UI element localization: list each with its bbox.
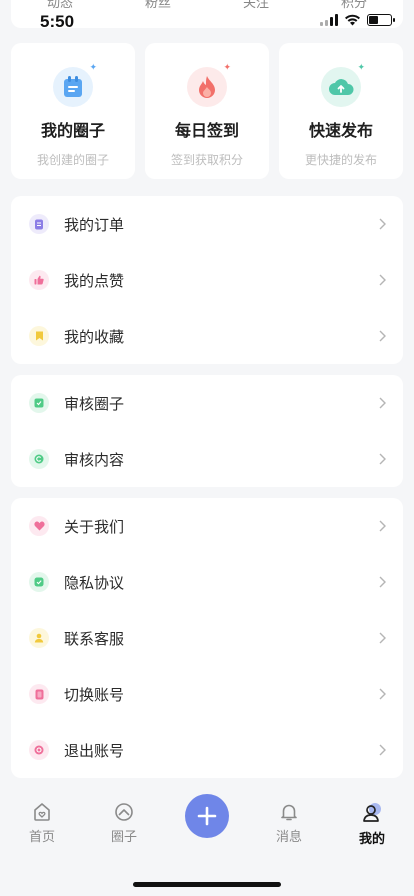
chevron-right-icon — [375, 519, 389, 533]
menu-item-label: 审核内容 — [64, 450, 125, 469]
quick-card-title: 快速发布 — [308, 121, 373, 140]
publish-fab-button[interactable] — [185, 794, 229, 838]
plus-icon — [197, 806, 217, 826]
signal-icon — [320, 14, 338, 26]
quick-card-title: 我的圈子 — [40, 121, 105, 140]
quick-actions: ✦ 我的圈子 我创建的圈子 ✦ 每日签到 签到获取积分 ✦ 快速发布 更快捷的发… — [11, 43, 403, 179]
menu-item-my-orders[interactable]: 我的订单 — [11, 196, 403, 252]
thumb-up-icon — [29, 270, 49, 290]
review-content-icon — [29, 449, 49, 469]
quick-card-subtitle: 我创建的圈子 — [36, 153, 109, 167]
menu-item-about-us[interactable]: 关于我们 — [11, 498, 403, 554]
quick-card-my-circles[interactable]: ✦ 我的圈子 我创建的圈子 — [11, 43, 135, 179]
quick-card-daily-checkin[interactable]: ✦ 每日签到 签到获取积分 — [145, 43, 269, 179]
profile-icon — [363, 803, 381, 822]
menu-item-my-likes[interactable]: 我的点赞 — [11, 252, 403, 308]
chevron-right-icon — [375, 575, 389, 589]
quick-card-title: 每日签到 — [174, 121, 239, 140]
menu-group-personal: 我的订单 我的点赞 我的收藏 — [11, 196, 403, 364]
review-circle-icon — [29, 393, 49, 413]
status-bar: 动态 粉丝 关注 积分 5:50 — [0, 0, 414, 42]
menu-item-label: 我的订单 — [64, 215, 125, 234]
menu-item-review-circles[interactable]: 审核圈子 — [11, 375, 403, 431]
tab-label: 消息 — [275, 830, 302, 845]
menu-item-label: 切换账号 — [64, 685, 125, 704]
battery-icon — [367, 14, 395, 26]
menu-item-review-content[interactable]: 审核内容 — [11, 431, 403, 487]
bookmark-icon — [29, 326, 49, 346]
chevron-right-icon — [375, 329, 389, 343]
tab-profile[interactable]: 我的 — [342, 802, 402, 847]
menu-group-review: 审核圈子 审核内容 — [11, 375, 403, 487]
tab-circles[interactable]: 圈子 — [94, 802, 154, 845]
chevron-right-icon — [375, 687, 389, 701]
tab-label: 首页 — [28, 830, 55, 845]
menu-item-label: 联系客服 — [64, 629, 125, 648]
menu-item-label: 审核圈子 — [64, 394, 125, 413]
tab-label: 我的 — [358, 832, 385, 847]
menu-item-my-favorites[interactable]: 我的收藏 — [11, 308, 403, 364]
menu-item-label: 退出账号 — [64, 741, 125, 760]
home-icon — [34, 803, 50, 821]
power-icon — [29, 740, 49, 760]
order-icon — [29, 214, 49, 234]
menu-item-label: 我的点赞 — [64, 271, 125, 290]
menu-item-switch-account[interactable]: 切换账号 — [11, 666, 403, 722]
menu-item-privacy-policy[interactable]: 隐私协议 — [11, 554, 403, 610]
menu-group-settings: 关于我们 隐私协议 联系客服 切换账号 退出账号 — [11, 498, 403, 778]
circle-icon — [115, 803, 133, 821]
circle-card-icon: ✦ — [53, 63, 97, 107]
flame-icon: ✦ — [187, 63, 231, 107]
tab-messages[interactable]: 消息 — [259, 802, 319, 845]
chevron-right-icon — [375, 452, 389, 466]
quick-card-subtitle: 更快捷的发布 — [304, 153, 377, 167]
bottom-tab-bar: 首页 圈子 消息 我的 — [0, 786, 414, 896]
peek-label: 关注 — [242, 0, 269, 11]
quick-card-subtitle: 签到获取积分 — [170, 153, 243, 167]
status-icons — [320, 14, 395, 26]
chevron-right-icon — [375, 631, 389, 645]
quick-card-quick-publish[interactable]: ✦ 快速发布 更快捷的发布 — [279, 43, 403, 179]
menu-item-label: 隐私协议 — [64, 573, 125, 592]
switch-icon — [29, 684, 49, 704]
chevron-right-icon — [375, 273, 389, 287]
status-time: 5:50 — [40, 12, 75, 31]
wifi-icon — [345, 14, 360, 26]
shield-check-icon — [29, 572, 49, 592]
peek-label: 动态 — [46, 0, 73, 11]
chevron-right-icon — [375, 743, 389, 757]
tab-label: 圈子 — [110, 830, 137, 845]
menu-item-contact-support[interactable]: 联系客服 — [11, 610, 403, 666]
menu-item-label: 我的收藏 — [64, 327, 125, 346]
peek-label: 积分 — [340, 0, 367, 11]
chevron-right-icon — [375, 396, 389, 410]
heart-icon — [29, 516, 49, 536]
peek-label: 粉丝 — [144, 0, 171, 11]
chevron-right-icon — [375, 217, 389, 231]
bell-icon — [281, 804, 297, 821]
cloud-upload-icon: ✦ — [321, 63, 365, 107]
menu-item-label: 关于我们 — [64, 517, 125, 536]
menu-item-logout[interactable]: 退出账号 — [11, 722, 403, 778]
tab-home[interactable]: 首页 — [12, 802, 72, 845]
home-indicator — [133, 882, 281, 887]
user-icon — [29, 628, 49, 648]
